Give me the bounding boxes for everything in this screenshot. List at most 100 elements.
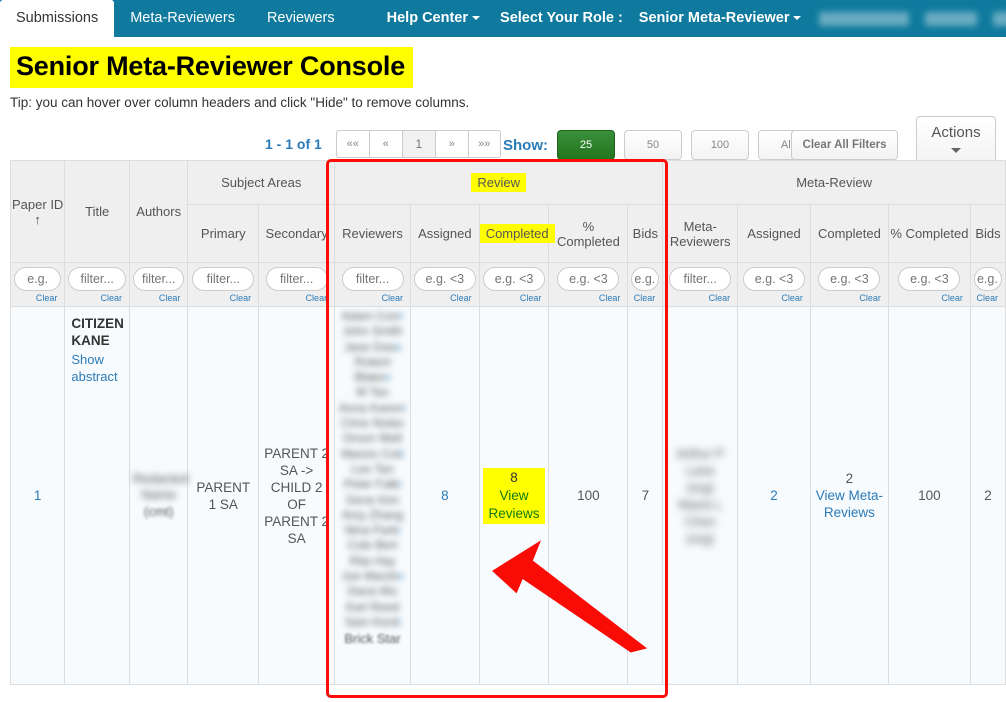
filter-input-review-assigned[interactable] xyxy=(413,267,476,291)
filter-clear-meta-completed[interactable]: Clear xyxy=(814,293,881,303)
filter-input-primary[interactable] xyxy=(192,267,255,291)
col-header-authors[interactable]: Authors xyxy=(128,160,189,263)
col-header-meta-assigned[interactable]: Assigned xyxy=(737,204,811,263)
filter-input-meta-bids[interactable] xyxy=(973,267,1002,291)
show-abstract-link[interactable]: Show abstract xyxy=(71,351,123,385)
redacted-nav-item-2[interactable] xyxy=(925,11,978,26)
filter-cell-review-completed: Clear xyxy=(478,262,550,307)
group-header-row: Paper ID ↑ Title Authors Subject Areas R… xyxy=(10,160,1006,263)
filter-clear-meta-reviewers[interactable]: Clear xyxy=(666,293,731,303)
filter-clear-meta-assigned[interactable]: Clear xyxy=(741,293,803,303)
cell-review-completed: 8 View Reviews xyxy=(478,306,550,685)
filter-clear-review-completed[interactable]: Clear xyxy=(483,293,542,303)
filter-cell-review-assigned: Clear xyxy=(409,262,480,307)
tab-reviewers[interactable]: Reviewers xyxy=(251,0,351,37)
filter-clear-review-pct[interactable]: Clear xyxy=(552,293,621,303)
table-row: 1 CITIZEN KANE Show abstract Redacted Na… xyxy=(10,306,1006,685)
col-header-meta-bids[interactable]: Bids xyxy=(969,204,1006,263)
redacted-nav-item-1[interactable] xyxy=(819,11,910,26)
filter-clear-meta-bids[interactable]: Clear xyxy=(974,293,998,303)
cell-review-pct-completed: 100 xyxy=(548,306,629,685)
cell-primary-subject-area: PARENT 1 SA xyxy=(187,306,260,685)
filter-cell-authors: Clear xyxy=(128,262,189,307)
col-header-secondary[interactable]: Secondary xyxy=(258,204,336,263)
chevron-down-icon xyxy=(472,16,481,21)
cell-meta-reviewers: Arthur P Lane (org) Maria L Chen (org) xyxy=(662,306,739,685)
filter-input-meta-reviewers[interactable] xyxy=(669,267,732,291)
filter-input-review-bids[interactable] xyxy=(631,267,660,291)
filter-input-meta-assigned[interactable] xyxy=(743,267,806,291)
cell-review-assigned: 8 xyxy=(409,306,480,685)
filter-clear-paper-id[interactable]: Clear xyxy=(14,293,58,303)
chevron-down-icon xyxy=(793,16,802,21)
col-header-meta-pct-completed[interactable]: % Completed xyxy=(887,204,971,263)
filter-cell-meta-assigned: Clear xyxy=(737,262,811,307)
view-meta-reviews-link[interactable]: View Meta-Reviews xyxy=(814,487,885,521)
col-header-primary[interactable]: Primary xyxy=(187,204,260,263)
col-header-meta-reviewers[interactable]: Meta-Reviewers xyxy=(662,204,739,263)
filter-cell-primary: Clear xyxy=(187,262,260,307)
nav-right-group: Help Center Select Your Role : Senior Me… xyxy=(377,0,1006,37)
page-prev-button[interactable]: « xyxy=(368,130,402,158)
col-header-review-bids[interactable]: Bids xyxy=(627,204,664,263)
sort-ascending-icon: ↑ xyxy=(34,211,41,227)
filter-input-review-pct[interactable] xyxy=(557,267,620,291)
filter-clear-review-assigned[interactable]: Clear xyxy=(414,293,472,303)
paper-id-link[interactable]: 1 xyxy=(34,488,42,503)
role-selector[interactable]: Senior Meta-Reviewer xyxy=(629,0,812,37)
col-group-subject-areas[interactable]: Subject Areas xyxy=(187,160,336,205)
page-first-button[interactable]: «« xyxy=(335,130,369,158)
filter-clear-primary[interactable]: Clear xyxy=(191,293,252,303)
filter-cell-meta-completed: Clear xyxy=(809,262,889,307)
col-header-title[interactable]: Title xyxy=(64,160,130,263)
view-reviews-link[interactable]: View Reviews xyxy=(486,487,543,523)
page-number-1[interactable]: 1 xyxy=(401,130,435,158)
col-header-review-pct-completed[interactable]: % Completed xyxy=(548,204,629,263)
author-org-suffix: (cmt) xyxy=(143,504,174,519)
filter-clear-meta-pct[interactable]: Clear xyxy=(892,293,963,303)
tab-submissions[interactable]: Submissions xyxy=(0,0,115,37)
filter-clear-title[interactable]: Clear xyxy=(68,293,122,303)
col-header-review-assigned[interactable]: Assigned xyxy=(409,204,480,263)
filter-clear-authors[interactable]: Clear xyxy=(133,293,181,303)
review-assigned-value[interactable]: 8 xyxy=(441,488,449,503)
clear-all-filters-button[interactable]: Clear All Filters xyxy=(791,130,898,160)
filter-input-meta-pct[interactable] xyxy=(898,267,961,291)
reviewers-name-list-redacted: Adam Corrr John Smith Jane Does Robert B… xyxy=(338,309,407,629)
filter-input-meta-completed[interactable] xyxy=(818,267,881,291)
cell-reviewers: Adam Corrr John Smith Jane Does Robert B… xyxy=(334,306,411,685)
col-group-meta-review[interactable]: Meta-Review xyxy=(662,160,1006,205)
filter-input-reviewers[interactable] xyxy=(341,267,404,291)
col-header-review-completed[interactable]: Completed xyxy=(478,204,555,263)
page-size-100[interactable]: 100 xyxy=(691,130,749,160)
page-size-25[interactable]: 25 xyxy=(557,130,615,160)
page-size-50[interactable]: 50 xyxy=(624,130,682,160)
filter-input-paper-id[interactable] xyxy=(14,267,62,291)
filter-cell-meta-pct: Clear xyxy=(887,262,971,307)
cell-review-bids: 7 xyxy=(627,306,664,685)
help-center-menu[interactable]: Help Center xyxy=(377,0,490,37)
filter-input-title[interactable] xyxy=(68,267,126,291)
top-navbar: Submissions Meta-Reviewers Reviewers Hel… xyxy=(0,0,1006,37)
filter-clear-secondary[interactable]: Clear xyxy=(262,293,328,303)
filter-clear-reviewers[interactable]: Clear xyxy=(338,293,403,303)
page-title: Senior Meta-Reviewer Console xyxy=(10,47,414,88)
page-next-button[interactable]: » xyxy=(434,130,468,158)
review-group-label: Review xyxy=(471,173,526,192)
col-header-reviewers[interactable]: Reviewers xyxy=(334,204,411,263)
page-last-button[interactable]: »» xyxy=(467,130,501,158)
paper-id-label: Paper ID xyxy=(12,196,64,212)
col-header-meta-completed[interactable]: Completed xyxy=(809,204,889,263)
filter-clear-review-bids[interactable]: Clear xyxy=(631,293,656,303)
redacted-nav-item-3[interactable] xyxy=(993,11,1006,26)
review-completed-count: 8 xyxy=(510,469,518,485)
filter-input-review-completed[interactable] xyxy=(483,267,546,291)
submissions-table: Paper ID ↑ Title Authors Subject Areas R… xyxy=(10,160,1006,685)
col-header-paper-id[interactable]: Paper ID ↑ xyxy=(10,160,66,263)
filter-input-authors[interactable] xyxy=(132,267,185,291)
table-body: 1 CITIZEN KANE Show abstract Redacted Na… xyxy=(10,306,1006,685)
tab-meta-reviewers[interactable]: Meta-Reviewers xyxy=(114,0,251,37)
col-group-review[interactable]: Review xyxy=(334,160,664,205)
meta-assigned-value[interactable]: 2 xyxy=(770,488,778,503)
filter-input-secondary[interactable] xyxy=(265,267,328,291)
